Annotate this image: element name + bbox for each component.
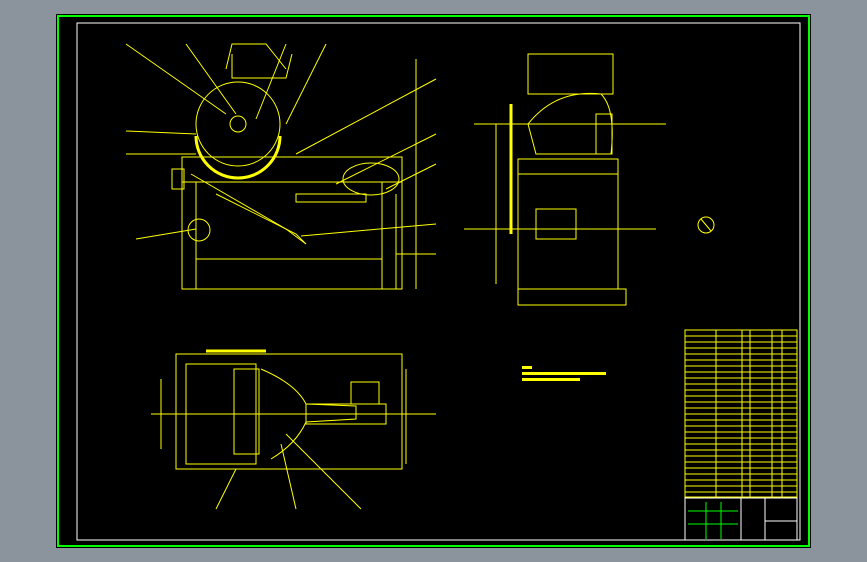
title-block <box>684 497 798 541</box>
detail-view <box>697 216 715 234</box>
title-block-grid <box>688 502 738 539</box>
drum <box>195 81 281 167</box>
cad-drawing <box>57 15 810 547</box>
side-view <box>464 53 666 306</box>
drawing-sheet[interactable] <box>56 14 811 548</box>
top-view <box>151 349 436 510</box>
front-view <box>125 43 437 290</box>
technical-notes <box>522 366 606 381</box>
outer-border <box>57 15 810 547</box>
